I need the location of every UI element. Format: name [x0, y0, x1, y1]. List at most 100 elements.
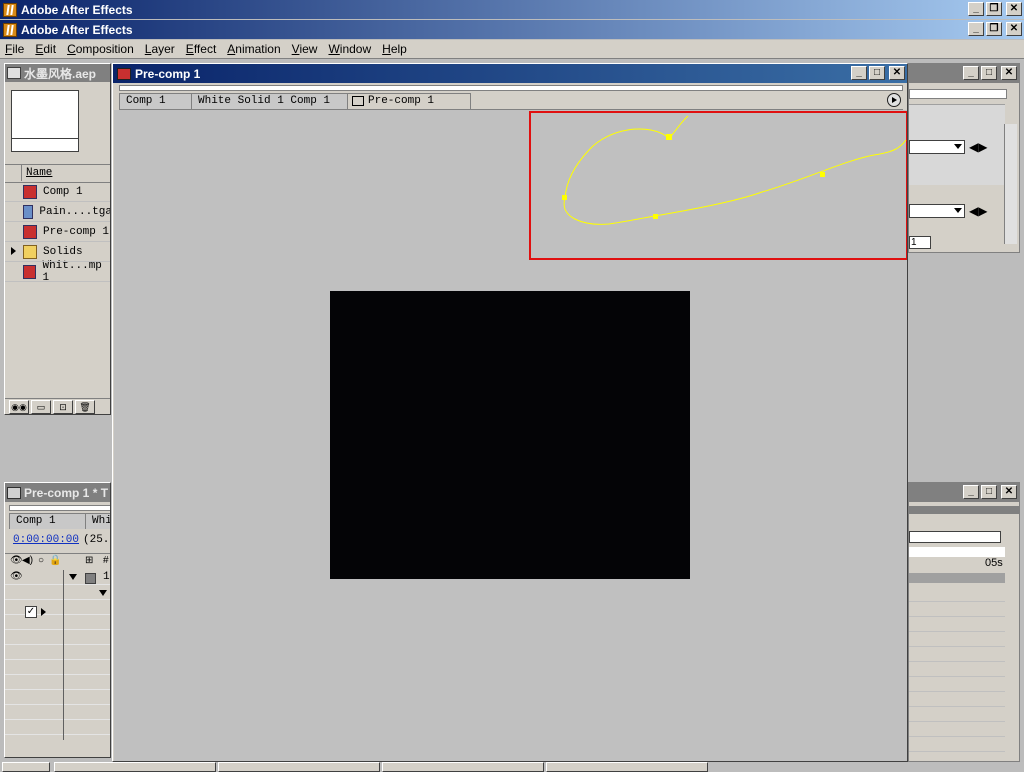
minimize-button[interactable]: _: [968, 2, 984, 16]
value-dropdown[interactable]: 1: [909, 236, 931, 249]
lock-icon[interactable]: 🔒: [49, 555, 61, 566]
restore-button[interactable]: ❐: [986, 2, 1002, 16]
keyframe-nav-icon[interactable]: ◀▶: [969, 204, 987, 218]
close-button[interactable]: ✕: [1006, 22, 1022, 36]
taskbar-button[interactable]: [218, 762, 380, 772]
list-item[interactable]: Solids: [5, 242, 110, 262]
value-dropdown-label: 1: [911, 237, 917, 248]
minimize-button[interactable]: _: [963, 485, 979, 499]
menu-effect[interactable]: Effect: [181, 42, 222, 56]
trash-icon[interactable]: 🗑: [75, 400, 95, 414]
minimize-button[interactable]: _: [968, 22, 984, 36]
composition-icon: [23, 224, 37, 239]
taskbar-button[interactable]: [2, 762, 50, 772]
label-color-swatch[interactable]: [85, 573, 96, 584]
timeline-icon: [7, 486, 21, 499]
timeline-scroll-track: [9, 505, 110, 511]
minimize-button[interactable]: _: [963, 66, 979, 80]
find-icon[interactable]: ◉◉: [9, 400, 29, 414]
keyframe-point: [666, 134, 672, 140]
new-folder-icon[interactable]: ▭: [31, 400, 51, 414]
list-item-label: Pre-comp 1: [43, 225, 110, 238]
app-title: Adobe After Effects: [21, 2, 133, 17]
list-item-label: Whit...mp 1: [42, 259, 102, 284]
project-column-header[interactable]: Name: [5, 164, 110, 183]
tab-white-solid[interactable]: Whi: [85, 513, 110, 529]
menu-view[interactable]: View: [287, 42, 324, 56]
frame-rate-label: (25.0: [83, 534, 110, 546]
property-dropdown[interactable]: [909, 204, 965, 218]
close-button[interactable]: ✕: [1006, 2, 1022, 16]
eye-icon[interactable]: 👁: [10, 571, 23, 582]
close-button[interactable]: ✕: [1001, 66, 1017, 80]
list-item[interactable]: Whit...mp 1: [5, 259, 110, 284]
menu-help[interactable]: Help: [377, 42, 413, 56]
menu-composition[interactable]: Composition: [62, 42, 140, 56]
list-item[interactable]: Pre-comp 1: [5, 222, 110, 242]
list-item[interactable]: Comp 1: [5, 182, 110, 202]
comp-menu-arrow-icon[interactable]: [887, 93, 901, 107]
keyframe-point: [653, 214, 658, 219]
layer-duration-bar[interactable]: [909, 573, 1005, 583]
comp-canvas[interactable]: [114, 110, 908, 762]
tab-white-solid-1-comp-1[interactable]: White Solid 1 Comp 1: [191, 93, 361, 109]
maximize-button[interactable]: □: [981, 485, 997, 499]
eye-icon[interactable]: 👁: [10, 555, 23, 566]
expand-triangle-icon[interactable]: [11, 247, 16, 255]
close-button[interactable]: ✕: [889, 66, 905, 80]
keyframe-point: [820, 172, 825, 177]
work-area-bar[interactable]: [909, 547, 1005, 557]
list-item-label: Solids: [43, 245, 83, 258]
right-panel-title-bar: _ □ ✕: [909, 64, 1019, 83]
menu-file[interactable]: File: [0, 42, 30, 56]
new-comp-icon[interactable]: ⊡: [53, 400, 73, 414]
highlight-box: [529, 111, 907, 260]
close-button[interactable]: ✕: [1001, 485, 1017, 499]
menu-edit[interactable]: Edit: [30, 42, 62, 56]
expand-triangle-icon[interactable]: [69, 574, 77, 580]
after-effects-icon: [3, 22, 17, 37]
motion-path-graphic[interactable]: [114, 110, 908, 762]
solo-icon[interactable]: ○: [38, 555, 44, 566]
right-info-panel: _ □ ✕ ◀▶ ◀▶ 1: [908, 63, 1020, 253]
restore-button[interactable]: ❐: [986, 22, 1002, 36]
minimize-button[interactable]: _: [851, 66, 867, 80]
list-item[interactable]: Pain....tga: [5, 202, 110, 222]
folder-icon: [23, 244, 37, 259]
menu-layer[interactable]: Layer: [140, 42, 181, 56]
comp-scroll-track: [119, 85, 903, 91]
label-column: [5, 165, 22, 181]
maximize-button[interactable]: □: [981, 66, 997, 80]
time-zoom-slider[interactable]: [909, 531, 1001, 543]
menu-bar: File Edit Composition Layer Effect Anima…: [0, 40, 1024, 59]
document-title-bar: Adobe After Effects _ ❐ ✕: [0, 20, 1024, 39]
maximize-button[interactable]: □: [869, 66, 885, 80]
tab-pre-comp-1[interactable]: Pre-comp 1: [347, 93, 471, 109]
menu-animation[interactable]: Animation: [222, 42, 286, 56]
taskbar-button[interactable]: [382, 762, 544, 772]
taskbar-button[interactable]: [54, 762, 216, 772]
timeline-track-area[interactable]: [909, 587, 1005, 757]
menu-window[interactable]: Window: [323, 42, 377, 56]
keyframe-nav-icon[interactable]: ◀▶: [969, 140, 987, 154]
vertical-scrollbar[interactable]: [1004, 124, 1017, 244]
layer-row[interactable]: 👁 1: [5, 570, 110, 585]
project-title: 水墨风格.aep: [24, 66, 97, 81]
chevron-down-icon: [954, 144, 962, 149]
current-time-display[interactable]: 0:00:00:00: [13, 534, 79, 546]
timeline-title-bar: Pre-comp 1 * T: [5, 483, 110, 502]
layer-checkbox[interactable]: ✓: [25, 606, 37, 618]
chevron-down-icon[interactable]: [99, 590, 107, 596]
right-timeline-panel: _ □ ✕ 05s: [908, 482, 1020, 762]
column-name[interactable]: Name: [26, 167, 52, 179]
after-effects-icon: [3, 2, 17, 17]
expand-triangle-icon[interactable]: [41, 608, 46, 616]
taskbar-button[interactable]: [546, 762, 708, 772]
audio-icon[interactable]: ◀): [22, 555, 33, 566]
shy-icon[interactable]: ⊞: [85, 555, 93, 566]
timeline-panel: Pre-comp 1 * T Comp 1 Whi 0:00:00:00 (25…: [4, 482, 111, 758]
footage-icon: [23, 204, 34, 219]
project-icon: [7, 67, 21, 79]
property-dropdown[interactable]: [909, 140, 965, 154]
timeline-title: Pre-comp 1 * T: [24, 485, 109, 500]
